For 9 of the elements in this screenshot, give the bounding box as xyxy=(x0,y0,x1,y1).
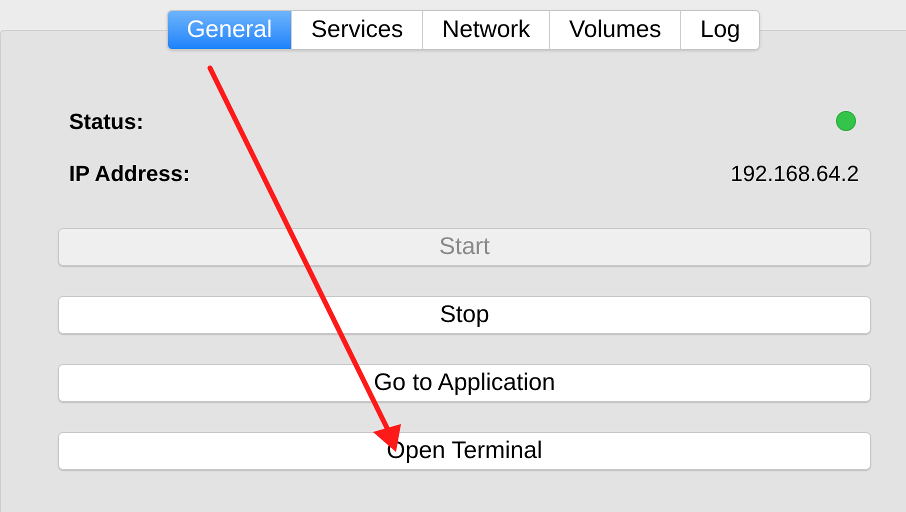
action-button[interactable]: Stop xyxy=(58,296,871,334)
tab[interactable]: Services xyxy=(291,11,422,49)
tab[interactable]: Volumes xyxy=(549,11,680,49)
tab[interactable]: Network xyxy=(422,11,550,49)
ip-address-value: 192.168.64.2 xyxy=(730,160,859,188)
ip-address-label: IP Address: xyxy=(69,160,190,188)
action-button[interactable]: Go to Application xyxy=(58,364,871,402)
status-label: Status: xyxy=(69,108,144,136)
tab[interactable]: Log xyxy=(680,11,760,49)
